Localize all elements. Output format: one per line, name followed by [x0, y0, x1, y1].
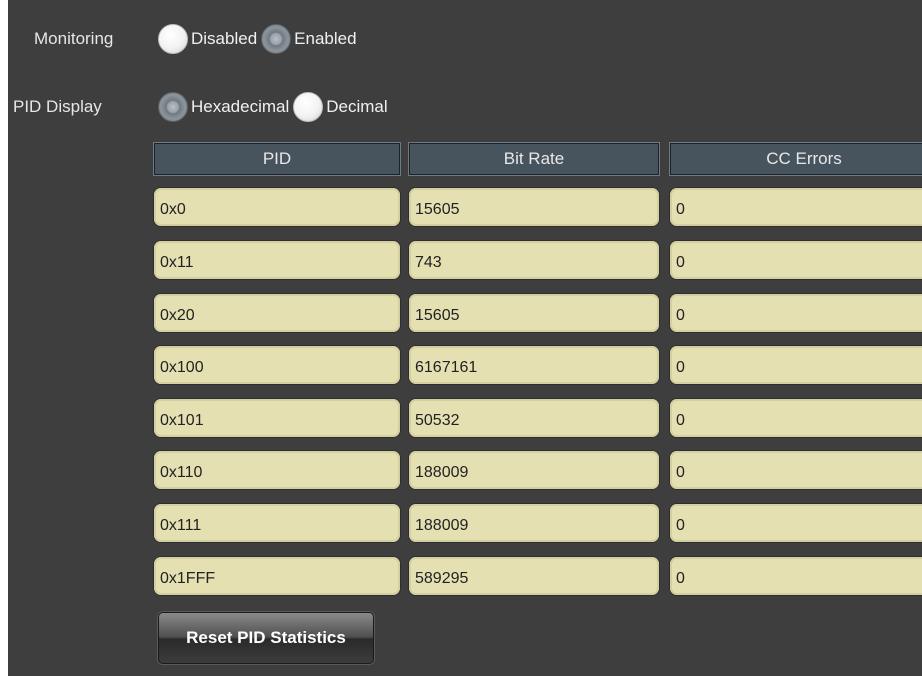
reset-pid-statistics-button[interactable]: Reset PID Statistics	[158, 612, 374, 664]
pid-display-label: PID Display	[13, 97, 102, 116]
pid-display-decimal-label[interactable]: Decimal	[326, 97, 387, 117]
pid-display-hexadecimal-label[interactable]: Hexadecimal	[191, 97, 289, 117]
pid-cell: 0x1FFF	[154, 557, 400, 595]
monitoring-enabled-radio[interactable]	[261, 24, 292, 54]
cc-errors-cell: 0	[670, 504, 922, 542]
cc-errors-cell: 0	[670, 399, 922, 437]
pid-display-radio-group: Hexadecimal Decimal	[158, 92, 392, 122]
bitrate-cell: 188009	[409, 504, 659, 542]
pid-cell: 0x11	[154, 241, 400, 279]
cc-errors-cell: 0	[670, 188, 922, 226]
bitrate-cell: 50532	[409, 399, 659, 437]
monitoring-disabled-label[interactable]: Disabled	[191, 29, 257, 49]
cc-errors-cell: 0	[670, 346, 922, 384]
cc-errors-cell: 0	[670, 451, 922, 489]
pid-cell: 0x20	[154, 294, 400, 332]
pid-display-hexadecimal-radio[interactable]	[158, 92, 188, 122]
bitrate-cell: 188009	[409, 451, 659, 489]
cc-errors-cell: 0	[670, 294, 922, 332]
column-header-bit-rate: Bit Rate	[408, 142, 660, 176]
pid-cell: 0x100	[154, 346, 400, 384]
cc-errors-cell: 0	[670, 557, 922, 595]
pid-monitor-panel: Monitoring Disabled Enabled PID Display …	[8, 0, 922, 676]
pid-display-decimal-radio[interactable]	[293, 92, 324, 122]
bitrate-cell: 743	[409, 241, 659, 279]
cc-errors-cell: 0	[670, 241, 922, 279]
monitoring-label: Monitoring	[34, 29, 114, 48]
column-header-pid: PID	[153, 142, 401, 176]
monitoring-radio-group: Disabled Enabled	[158, 24, 361, 54]
pid-cell: 0x101	[154, 399, 400, 437]
pid-cell: 0x0	[154, 188, 400, 226]
column-header-cc-errors: CC Errors	[669, 142, 922, 176]
pid-cell: 0x111	[154, 504, 400, 542]
bitrate-cell: 15605	[409, 294, 659, 332]
pid-cell: 0x110	[154, 451, 400, 489]
monitoring-enabled-label[interactable]: Enabled	[294, 29, 356, 49]
bitrate-cell: 15605	[409, 188, 659, 226]
bitrate-cell: 6167161	[409, 346, 659, 384]
monitoring-disabled-radio[interactable]	[158, 24, 188, 54]
bitrate-cell: 589295	[409, 557, 659, 595]
